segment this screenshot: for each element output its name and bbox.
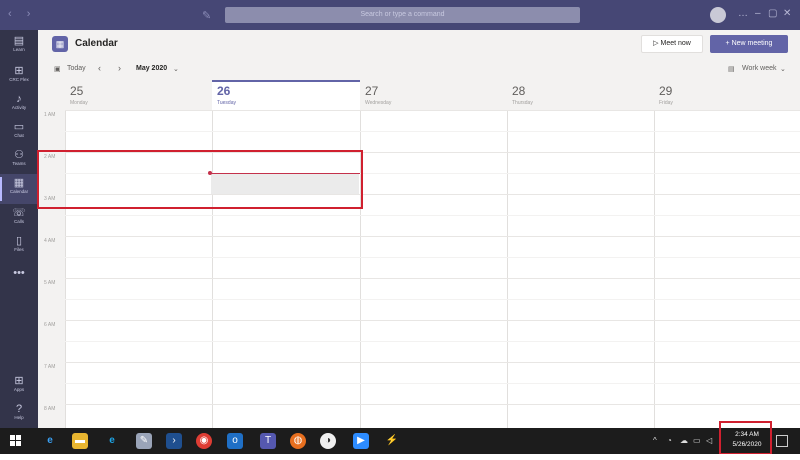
clock-highlight-annotation [719, 421, 772, 455]
today-button[interactable]: Today [67, 65, 86, 72]
time-label: 6 AM [44, 322, 56, 328]
chevron-up-icon[interactable]: ^ [653, 436, 657, 445]
book-icon: ▤ [13, 35, 25, 47]
internet-explorer-icon[interactable]: e [104, 433, 120, 449]
hour-line [65, 320, 800, 321]
chevron-down-icon[interactable]: ⌄ [780, 65, 786, 73]
acrobat-icon[interactable]: ⚡ [384, 433, 400, 449]
chevron-down-icon[interactable]: ⌄ [173, 65, 179, 73]
avatar[interactable] [710, 7, 726, 23]
half-hour-line [65, 299, 800, 300]
rail-item-calls[interactable]: ☏ Calls [0, 204, 38, 234]
cloud-icon[interactable]: ☁ [680, 436, 688, 445]
view-selector[interactable]: Work week [742, 65, 777, 72]
apps-icon: ⊞ [14, 375, 24, 387]
firefox-icon[interactable]: ◍ [290, 433, 306, 449]
half-hour-line [65, 341, 800, 342]
teams-window: ‹ › ✎ Search or type a command … – ▢ ✕ ▤… [0, 0, 800, 460]
rail-item-more[interactable]: ••• [0, 264, 38, 294]
rail-item-teams[interactable]: ⚇ Teams [0, 146, 38, 176]
minimize-icon[interactable]: – [755, 8, 761, 19]
notification-icon[interactable] [776, 435, 788, 447]
calendar-icon: ▦ [13, 177, 25, 189]
app-rail: ▤ Learn ⊞ CRC Flex ♪ Activity ▭ Chat ⚇ T… [0, 30, 38, 428]
time-label: 4 AM [44, 238, 56, 244]
calendar-icon: ▦ [52, 36, 68, 52]
rail-item-chat[interactable]: ▭ Chat [0, 118, 38, 148]
compose-icon[interactable]: ✎ [202, 9, 211, 22]
windows-start-icon[interactable] [10, 435, 22, 447]
paint-icon[interactable]: ✎ [136, 433, 152, 449]
highlight-annotation [37, 150, 363, 209]
day-header-tuesday[interactable]: 26 Tuesday [212, 80, 360, 110]
teams-icon: ⚇ [14, 149, 24, 161]
back-forward-icon[interactable]: ‹ › [8, 8, 36, 20]
more-options-icon[interactable]: … [738, 8, 748, 19]
outlook-icon[interactable]: o [227, 433, 243, 449]
calendar-header: ▦ Calendar ▷ Meet now + New meeting [38, 30, 800, 60]
half-hour-line [65, 215, 800, 216]
teams-taskbar-icon[interactable]: T [260, 433, 276, 449]
file-explorer-icon[interactable]: ▬ [72, 433, 88, 449]
rail-item-learn[interactable]: ▤ Learn [0, 32, 38, 62]
screen-capture-icon[interactable]: ◑ [320, 433, 336, 449]
time-label: 8 AM [44, 406, 56, 412]
calendar-grid: 25 Monday 26 Tuesday 27 Wednesday 28 Thu… [38, 80, 800, 428]
windows-taskbar: e ▬ e ✎ › ◉ o T ◍ ◑ ▶ ⚡ ^ ◔ ☁ ▭ ◁ 2:34 A… [0, 428, 800, 454]
rail-item-help[interactable]: ? Help [0, 400, 38, 430]
hour-line [65, 110, 800, 111]
day-column-wednesday[interactable] [360, 110, 507, 428]
edge-icon[interactable]: e [42, 433, 58, 449]
month-picker[interactable]: May 2020 [136, 65, 167, 72]
new-meeting-button[interactable]: + New meeting [710, 35, 788, 53]
search-input[interactable]: Search or type a command [225, 7, 580, 23]
day-header-wednesday[interactable]: 27 Wednesday [360, 80, 507, 110]
bell-icon: ♪ [16, 93, 22, 105]
rail-item-apps[interactable]: ⊞ Apps [0, 372, 38, 402]
time-label: 7 AM [44, 364, 56, 370]
day-column-thursday[interactable] [507, 110, 654, 428]
powershell-icon[interactable]: › [166, 433, 182, 449]
today-indicator [212, 80, 360, 82]
hour-line [65, 236, 800, 237]
close-icon[interactable]: ✕ [783, 8, 791, 19]
half-hour-line [65, 131, 800, 132]
calendar-toolbar: ▣ Today ‹ › May 2020 ⌄ ▤ Work week ⌄ [38, 60, 800, 80]
chat-icon: ▭ [13, 121, 25, 133]
prev-week-button[interactable]: ‹ [98, 63, 101, 73]
rail-item-crc-flex[interactable]: ⊞ CRC Flex [0, 62, 38, 92]
phone-icon: ☏ [12, 207, 26, 219]
bottom-margin [0, 454, 800, 460]
file-icon: ▯ [15, 235, 23, 247]
hour-line [65, 404, 800, 405]
meet-now-button[interactable]: ▷ Meet now [641, 35, 703, 53]
rail-item-files[interactable]: ▯ Files [0, 232, 38, 262]
time-label: 5 AM [44, 280, 56, 286]
today-icon: ▣ [54, 66, 61, 73]
apps-grid-icon: ⊞ [14, 65, 24, 77]
half-hour-line [65, 383, 800, 384]
zoom-icon[interactable]: ▶ [353, 433, 369, 449]
more-icon: ••• [13, 267, 25, 279]
rail-item-activity[interactable]: ♪ Activity [0, 90, 38, 120]
network-icon[interactable]: ◔ [667, 436, 672, 445]
help-icon: ? [15, 403, 23, 415]
maximize-icon[interactable]: ▢ [768, 8, 777, 19]
chrome-icon[interactable]: ◉ [196, 433, 212, 449]
next-week-button[interactable]: › [118, 63, 121, 73]
day-header-monday[interactable]: 25 Monday [65, 80, 212, 110]
hour-line [65, 362, 800, 363]
half-hour-line [65, 257, 800, 258]
title-bar: ‹ › ✎ Search or type a command … – ▢ ✕ [0, 0, 800, 30]
time-label: 1 AM [44, 112, 56, 118]
hour-line [65, 278, 800, 279]
rail-item-calendar[interactable]: ▦ Calendar [0, 174, 38, 204]
day-column-friday[interactable] [654, 110, 800, 428]
day-header-thursday[interactable]: 28 Thursday [507, 80, 654, 110]
volume-icon[interactable]: ◁ [706, 436, 712, 445]
battery-icon[interactable]: ▭ [693, 436, 701, 445]
view-calendar-icon: ▤ [728, 66, 735, 73]
day-header-friday[interactable]: 29 Friday [654, 80, 800, 110]
page-title: Calendar [75, 38, 118, 49]
